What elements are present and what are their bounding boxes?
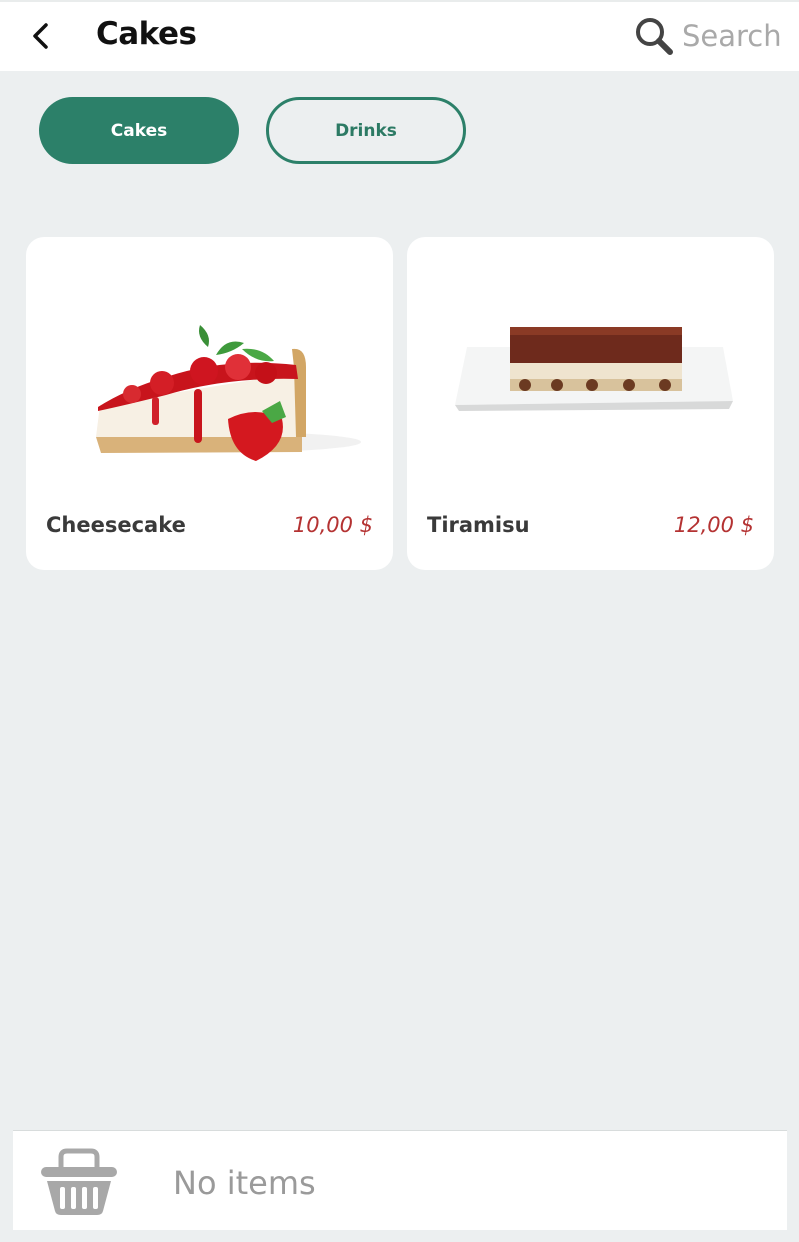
back-button[interactable] xyxy=(22,16,58,56)
search-icon[interactable] xyxy=(632,14,676,58)
app-header: Cakes xyxy=(0,0,799,71)
cheesecake-slice-image xyxy=(96,325,361,461)
product-card-cheesecake[interactable]: Cheesecake 10,00 $ xyxy=(26,237,393,570)
tiramisu-plate-image xyxy=(455,327,733,411)
product-price: 10,00 $ xyxy=(292,513,373,537)
cart-status: No items xyxy=(173,1164,316,1202)
product-price: 12,00 $ xyxy=(673,513,754,537)
search-box[interactable] xyxy=(632,10,792,62)
page-title: Cakes xyxy=(96,16,197,52)
basket-icon[interactable] xyxy=(39,1145,119,1217)
tab-drinks[interactable]: Drinks xyxy=(266,97,466,164)
cart-bar[interactable]: No items xyxy=(13,1130,787,1230)
product-card-tiramisu[interactable]: Tiramisu 12,00 $ xyxy=(407,237,774,570)
search-input[interactable] xyxy=(682,16,792,56)
chevron-left-icon xyxy=(33,23,48,49)
product-name: Tiramisu xyxy=(427,513,530,537)
product-name: Cheesecake xyxy=(46,513,186,537)
tab-cakes[interactable]: Cakes xyxy=(39,97,239,164)
